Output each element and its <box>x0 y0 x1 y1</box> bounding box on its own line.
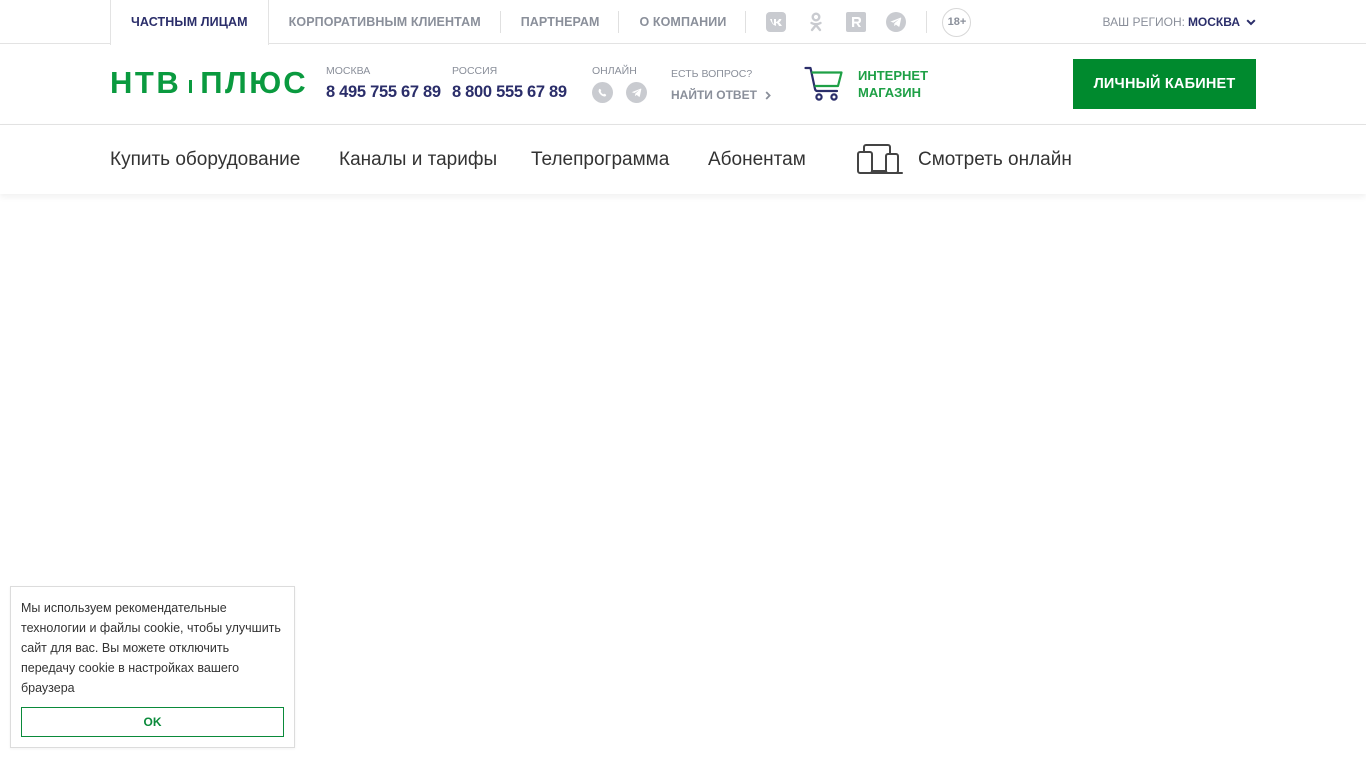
phone-russia-number[interactable]: 8 800 555 67 89 <box>452 83 567 101</box>
nav-buy-equipment[interactable]: Купить оборудование <box>110 125 300 194</box>
topnav-partners[interactable]: Партнерам <box>501 0 620 44</box>
phone-russia: Россия 8 800 555 67 89 <box>452 65 567 102</box>
telegram-icon[interactable] <box>886 12 907 32</box>
top-bar: Частным лицам Корпоративным клиентам Пар… <box>0 0 1366 45</box>
online-label: Онлайн <box>592 65 637 77</box>
cookie-ok-button[interactable]: OK <box>21 707 284 737</box>
divider <box>926 11 928 33</box>
phone-moscow: Москва 8 495 755 67 89 <box>326 65 441 102</box>
odnoklassniki-icon[interactable] <box>806 12 826 32</box>
region-selector[interactable]: Ваш регион: Москва <box>1103 0 1256 44</box>
social-links: 18+ <box>746 0 972 44</box>
nav-tv-guide[interactable]: Телепрограмма <box>531 125 669 194</box>
chevron-right-icon <box>765 90 771 100</box>
online-shop-link[interactable]: Интернет магазин <box>804 66 928 102</box>
region-value[interactable]: Москва <box>1188 15 1240 29</box>
audience-nav: Частным лицам Корпоративным клиентам Пар… <box>110 0 972 45</box>
region-label: Ваш регион: <box>1102 15 1185 29</box>
topnav-corporate-clients[interactable]: Корпоративным клиентам <box>269 0 501 44</box>
find-answer-label: Найти ответ <box>671 88 757 102</box>
topnav-private-persons[interactable]: Частным лицам <box>110 0 269 45</box>
rutube-icon[interactable] <box>846 12 867 32</box>
site-header: НТВ ПЛЮС Москва 8 495 755 67 89 Россия 8… <box>0 44 1366 125</box>
nav-watch-online-label: Смотреть онлайн <box>918 148 1072 170</box>
nav-watch-online[interactable]: Смотреть онлайн <box>856 125 1072 194</box>
age-rating-badge: 18+ <box>942 7 972 37</box>
online-contacts: Онлайн <box>592 65 660 103</box>
vk-icon[interactable] <box>766 12 787 32</box>
whatsapp-icon[interactable] <box>592 82 613 103</box>
logo-text-ntv: НТВ <box>110 65 182 100</box>
phone-moscow-number[interactable]: 8 495 755 67 89 <box>326 83 441 101</box>
devices-icon <box>856 143 904 177</box>
online-shop-line2: магазин <box>858 85 922 100</box>
phone-moscow-label: Москва <box>326 65 371 77</box>
main-nav: Купить оборудование Каналы и тарифы Теле… <box>0 125 1366 194</box>
logo-mark <box>189 80 193 93</box>
faq-block: Есть вопрос? Найти ответ <box>671 68 771 102</box>
online-shop-line1: Интернет <box>858 68 929 83</box>
nav-subscribers[interactable]: Абонентам <box>708 125 806 194</box>
question-label: Есть вопрос? <box>671 68 753 80</box>
chevron-down-icon[interactable] <box>1246 17 1256 27</box>
find-answer-link[interactable]: Найти ответ <box>671 88 771 102</box>
cookie-text: Мы используем рекомендательные технологи… <box>21 601 281 695</box>
logo-text-plus: ПЛЮС <box>200 65 309 100</box>
phone-russia-label: Россия <box>452 65 498 77</box>
online-shop-text: Интернет магазин <box>858 67 928 101</box>
personal-account-button[interactable]: Личный кабинет <box>1073 59 1256 109</box>
shopping-cart-icon <box>804 66 844 102</box>
topnav-about-company[interactable]: О компании <box>619 0 747 44</box>
ntv-plus-logo[interactable]: НТВ ПЛЮС <box>110 65 309 100</box>
telegram-icon[interactable] <box>626 82 647 103</box>
cookie-banner: Мы используем рекомендательные технологи… <box>10 586 295 748</box>
nav-channels-and-tariffs[interactable]: Каналы и тарифы <box>339 125 497 194</box>
